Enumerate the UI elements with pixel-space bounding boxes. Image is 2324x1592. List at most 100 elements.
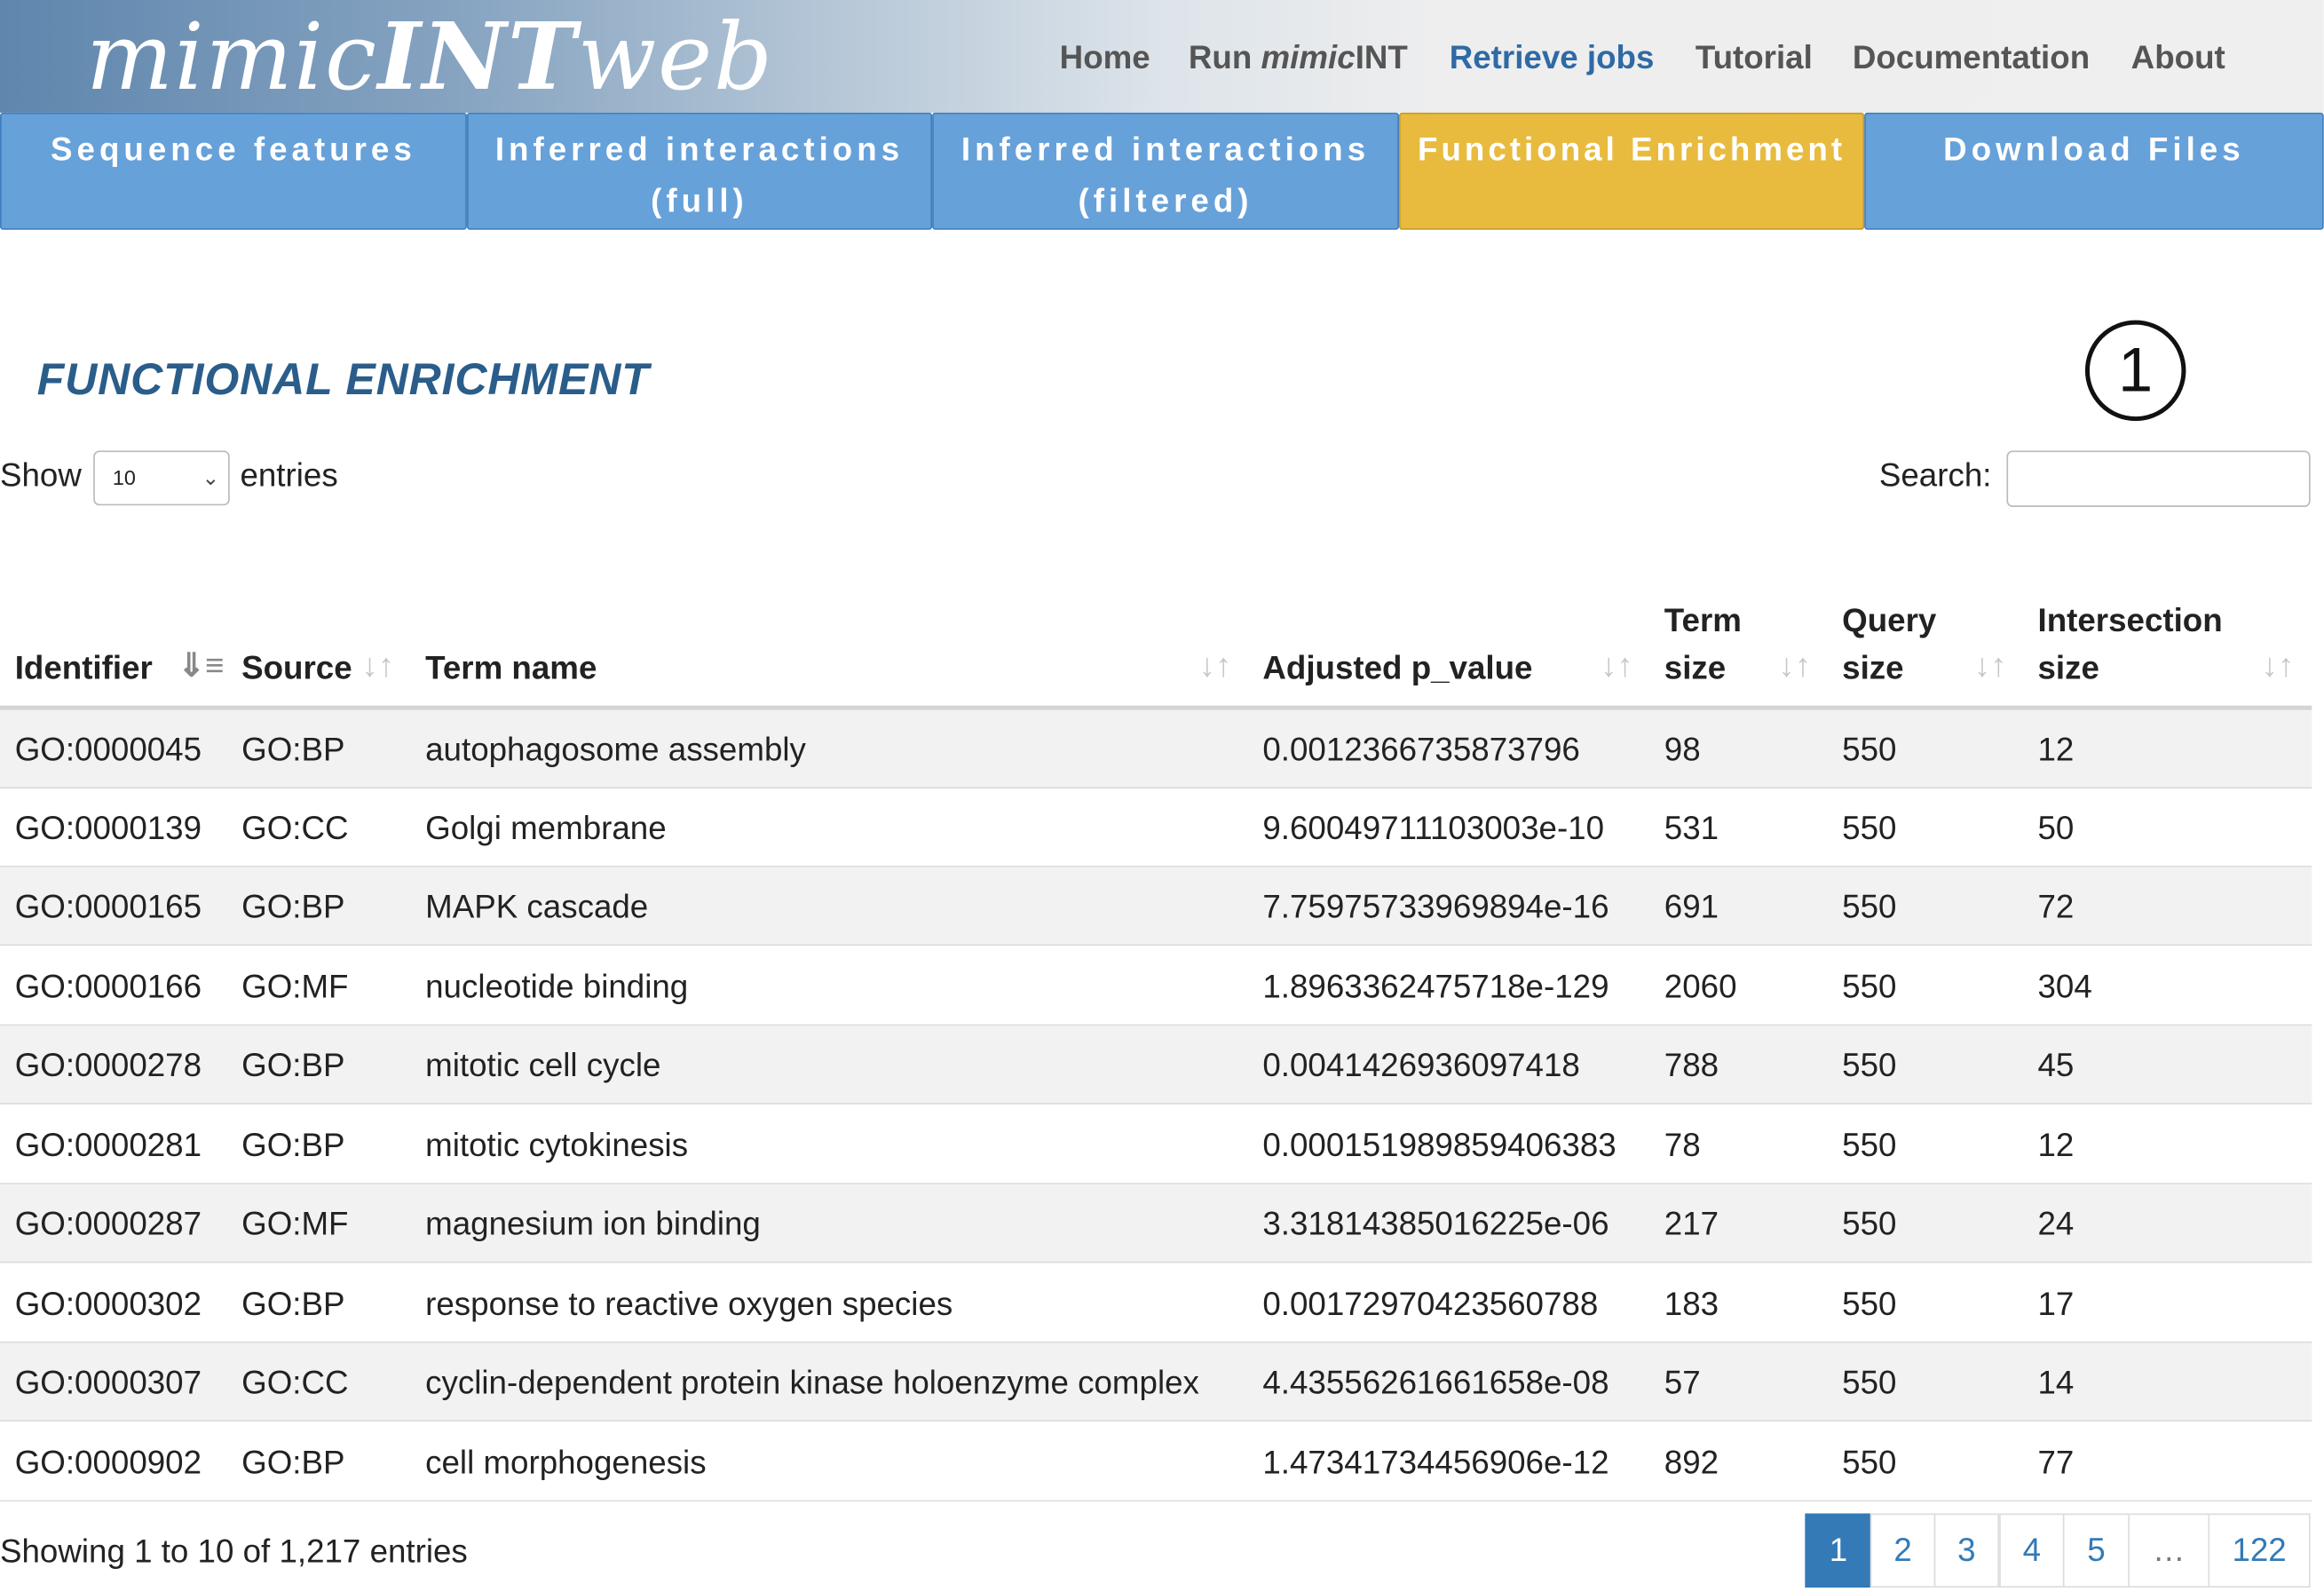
cell-term-size: 2060	[1664, 968, 1737, 1005]
cell-source: GO:BP	[241, 1444, 345, 1481]
header-line: size	[1664, 649, 1727, 686]
table-row[interactable]: GO:0000307 GO:CC cyclin-dependent protei…	[0, 1343, 2312, 1422]
cell-intersection-size: 12	[2037, 1126, 2075, 1164]
cell-term-name: mitotic cytokinesis	[425, 1126, 689, 1164]
section-title: FUNCTIONAL ENRICHMENT	[36, 355, 650, 405]
col-header-adjusted-p-value[interactable]: Adjusted p_value	[1262, 645, 1532, 692]
cell-query-size: 550	[1842, 1363, 1897, 1401]
sort-arrows-icon[interactable]: ↓↑	[1778, 646, 1811, 685]
table-row[interactable]: GO:0000045 GO:BP autophagosome assembly …	[0, 709, 2312, 789]
cell-term-size: 57	[1664, 1363, 1701, 1401]
nav-home-link[interactable]: Home	[1060, 38, 1150, 76]
cell-intersection-size: 45	[2037, 1046, 2075, 1084]
cell-term-size: 78	[1664, 1126, 1701, 1164]
cell-query-size: 550	[1842, 1444, 1897, 1481]
cell-identifier: GO:0000045	[14, 731, 202, 768]
tab-download-files[interactable]: Download Files	[1864, 112, 2324, 230]
show-label: Show	[0, 456, 82, 494]
page-button-5[interactable]: 5	[2062, 1513, 2130, 1588]
cell-query-size: 550	[1842, 968, 1897, 1005]
cell-term-size: 892	[1664, 1444, 1719, 1481]
sort-arrows-icon[interactable]: ↓↑	[1601, 646, 1633, 685]
header-line: size	[1842, 649, 1904, 686]
table-row[interactable]: GO:0000281 GO:BP mitotic cytokinesis 0.0…	[0, 1105, 2312, 1184]
cell-query-size: 550	[1842, 888, 1897, 925]
page-button-2[interactable]: 2	[1869, 1513, 1936, 1588]
cell-adjusted-p-value: 4.43556261661658e-08	[1262, 1363, 1609, 1401]
tab-label: Sequence features	[51, 130, 416, 168]
table-row[interactable]: GO:0000166 GO:MF nucleotide binding 1.89…	[0, 947, 2312, 1026]
chevron-down-icon: ⌄	[202, 465, 220, 489]
page-button-3[interactable]: 3	[1933, 1513, 2000, 1588]
page-button-1[interactable]: 1	[1805, 1513, 1872, 1588]
cell-identifier: GO:0000281	[14, 1126, 202, 1164]
cell-term-name: cell morphogenesis	[425, 1444, 707, 1481]
cell-term-name: MAPK cascade	[425, 888, 649, 925]
col-header-query-size[interactable]: Query size	[1842, 598, 1936, 693]
col-header-term-size[interactable]: Term size	[1664, 598, 1742, 693]
cell-intersection-size: 17	[2037, 1285, 2075, 1323]
tab-inferred-interactions-filtered[interactable]: Inferred interactions (filtered)	[932, 112, 1399, 230]
header-line: size	[2037, 649, 2099, 686]
sort-ascending-icon[interactable]: ⇓≡	[178, 646, 224, 685]
page-button-last[interactable]: 122	[2208, 1513, 2311, 1588]
cell-term-size: 183	[1664, 1285, 1719, 1323]
nav-retrieve-jobs-link[interactable]: Retrieve jobs	[1450, 38, 1655, 76]
table-row[interactable]: GO:0000302 GO:BP response to reactive ox…	[0, 1264, 2312, 1343]
search-label: Search:	[1878, 456, 1992, 494]
cell-adjusted-p-value: 3.31814385016225e-06	[1262, 1205, 1609, 1243]
tab-label: Download Files	[1943, 130, 2245, 168]
cell-source: GO:MF	[241, 1205, 349, 1243]
cell-source: GO:CC	[241, 809, 349, 847]
cell-identifier: GO:0000278	[14, 1046, 202, 1084]
sort-arrows-icon[interactable]: ↓↑	[1199, 646, 1232, 685]
cell-term-name: mitotic cell cycle	[425, 1046, 661, 1084]
nav-tutorial-link[interactable]: Tutorial	[1696, 38, 1813, 76]
table-row[interactable]: GO:0000902 GO:BP cell morphogenesis 1.47…	[0, 1423, 2312, 1502]
page-length-select[interactable]: 10 ⌄	[93, 450, 230, 506]
table-row[interactable]: GO:0000165 GO:BP MAPK cascade 7.75975733…	[0, 867, 2312, 946]
nav-about-link[interactable]: About	[2131, 38, 2225, 76]
tab-label-sub: (full)	[651, 182, 748, 220]
cell-query-size: 550	[1842, 809, 1897, 847]
page-button-4[interactable]: 4	[1999, 1513, 2065, 1588]
col-header-intersection-size[interactable]: Intersection size	[2038, 598, 2223, 693]
nav-run-link[interactable]: Run mimicINT	[1189, 38, 1408, 76]
cell-adjusted-p-value: 7.75975733969894e-16	[1262, 888, 1609, 925]
sort-arrows-icon[interactable]: ↓↑	[2262, 646, 2295, 685]
cell-adjusted-p-value: 0.00172970423560788	[1262, 1285, 1599, 1323]
col-header-source[interactable]: Source	[241, 645, 352, 692]
tab-sequence-features[interactable]: Sequence features	[0, 112, 467, 230]
table-row[interactable]: GO:0000278 GO:BP mitotic cell cycle 0.00…	[0, 1026, 2312, 1105]
cell-intersection-size: 14	[2037, 1363, 2075, 1401]
top-bar: mimicINTweb Home Run mimicINT Retrieve j…	[0, 0, 2324, 113]
table-row[interactable]: GO:0000139 GO:CC Golgi membrane 9.600497…	[0, 788, 2312, 867]
header-line: Term	[1664, 601, 1742, 639]
col-header-identifier[interactable]: Identifier	[15, 645, 153, 692]
cell-term-size: 788	[1664, 1046, 1719, 1084]
cell-term-name: nucleotide binding	[425, 968, 689, 1005]
search-input[interactable]	[2006, 450, 2311, 507]
sort-arrows-icon[interactable]: ↓↑	[361, 646, 394, 685]
nav-documentation-link[interactable]: Documentation	[1853, 38, 2090, 76]
cell-term-size: 217	[1664, 1205, 1719, 1243]
header-line: Query	[1842, 601, 1937, 639]
cell-term-name: cyclin-dependent protein kinase holoenzy…	[425, 1363, 1199, 1401]
tab-label-sub: (filtered)	[1078, 182, 1253, 220]
cell-term-name: autophagosome assembly	[425, 731, 806, 768]
cell-source: GO:BP	[241, 1046, 345, 1084]
tab-inferred-interactions-full[interactable]: Inferred interactions (full)	[466, 112, 933, 230]
cell-identifier: GO:0000166	[14, 968, 202, 1005]
col-header-term-name[interactable]: Term name	[425, 645, 597, 692]
cell-term-name: magnesium ion binding	[425, 1205, 761, 1243]
table-row[interactable]: GO:0000287 GO:MF magnesium ion binding 3…	[0, 1184, 2312, 1263]
tab-functional-enrichment[interactable]: Functional Enrichment	[1398, 112, 1865, 230]
tab-label: Inferred interactions	[960, 130, 1371, 168]
cell-query-size: 550	[1842, 1285, 1897, 1323]
cell-intersection-size: 24	[2037, 1205, 2075, 1243]
page-ellipsis: …	[2128, 1513, 2210, 1588]
cell-term-name: response to reactive oxygen species	[425, 1285, 953, 1323]
cell-intersection-size: 77	[2037, 1444, 2075, 1481]
cell-term-size: 531	[1664, 809, 1719, 847]
sort-arrows-icon[interactable]: ↓↑	[1974, 646, 2007, 685]
